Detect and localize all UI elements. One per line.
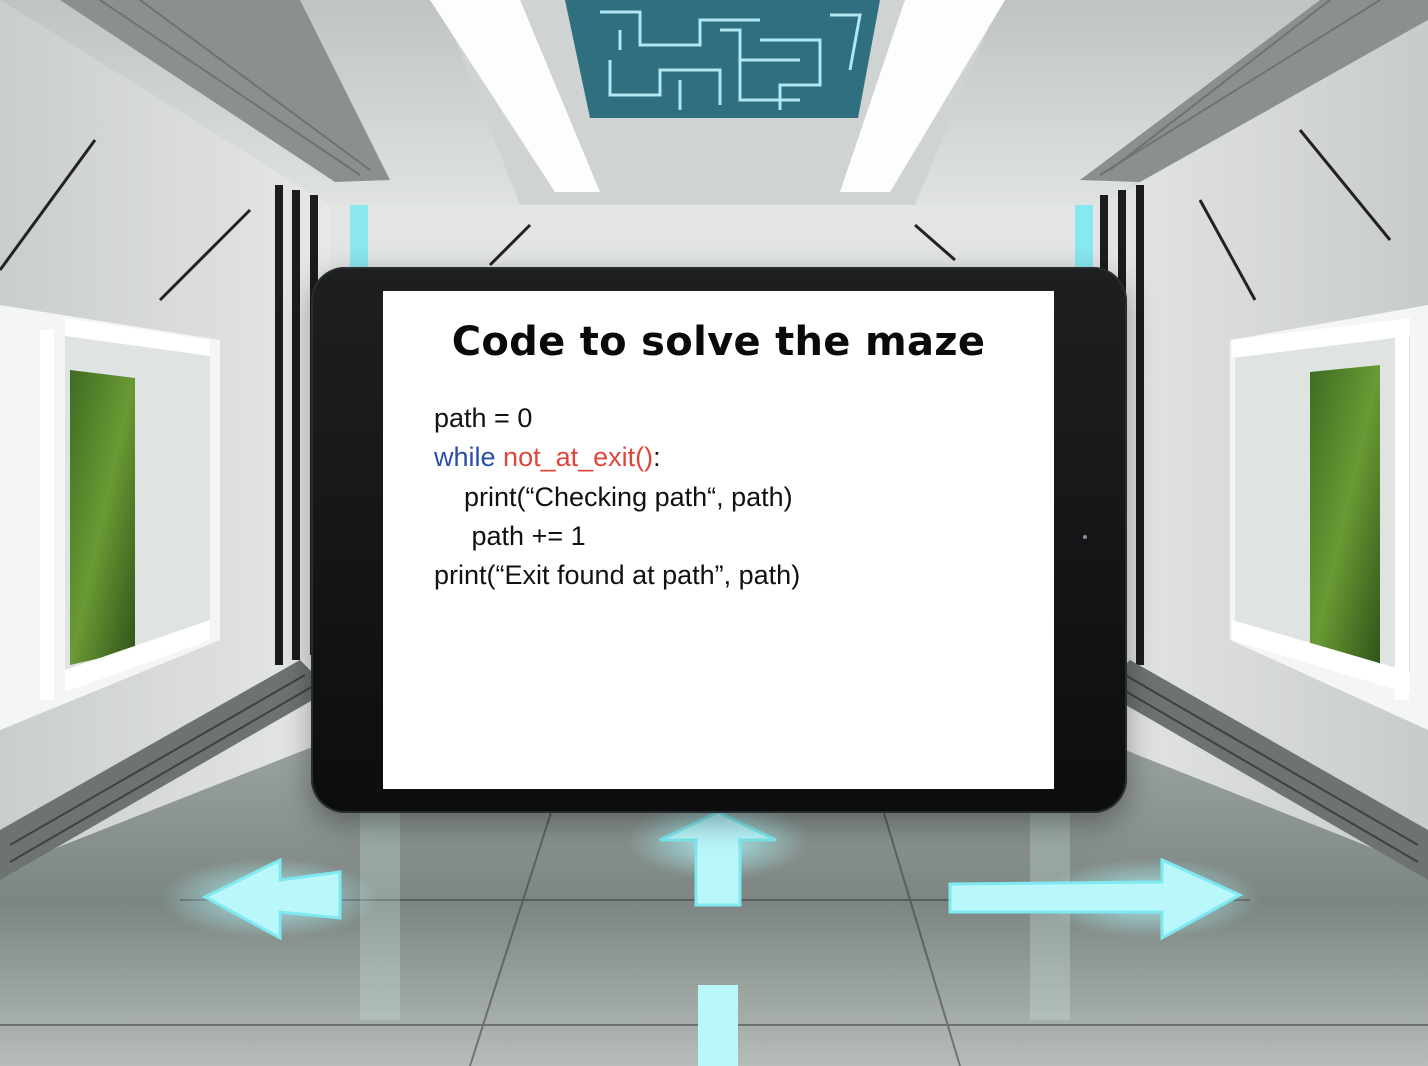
- code-line-5: print(“Exit found at path”, path): [434, 560, 801, 591]
- screen-title: Code to solve the maze: [451, 319, 986, 365]
- code-line-3: print(“Checking path“, path): [434, 478, 800, 517]
- code-line-1: path = 0: [434, 403, 533, 433]
- code-keyword-while: while: [434, 442, 496, 473]
- code-block: path = 0 while not_at_exit(): print(“Chec…: [434, 399, 800, 595]
- tablet-device: Code to solve the maze path = 0 while not…: [311, 267, 1127, 813]
- code-line-3-text: print(“Checking path“, path): [464, 481, 793, 512]
- arrow-left-icon: [160, 857, 380, 941]
- code-colon: :: [653, 442, 661, 473]
- scene: Code to solve the maze path = 0 while not…: [0, 0, 1428, 1066]
- tablet-screen: Code to solve the maze path = 0 while not…: [383, 291, 1054, 789]
- code-line-4: path += 1: [434, 517, 800, 556]
- code-line-2: while not_at_exit():: [434, 438, 800, 477]
- camera-dot: [1083, 535, 1087, 539]
- code-line-4-text: path += 1: [471, 520, 586, 551]
- code-function-call: not_at_exit(): [503, 442, 654, 473]
